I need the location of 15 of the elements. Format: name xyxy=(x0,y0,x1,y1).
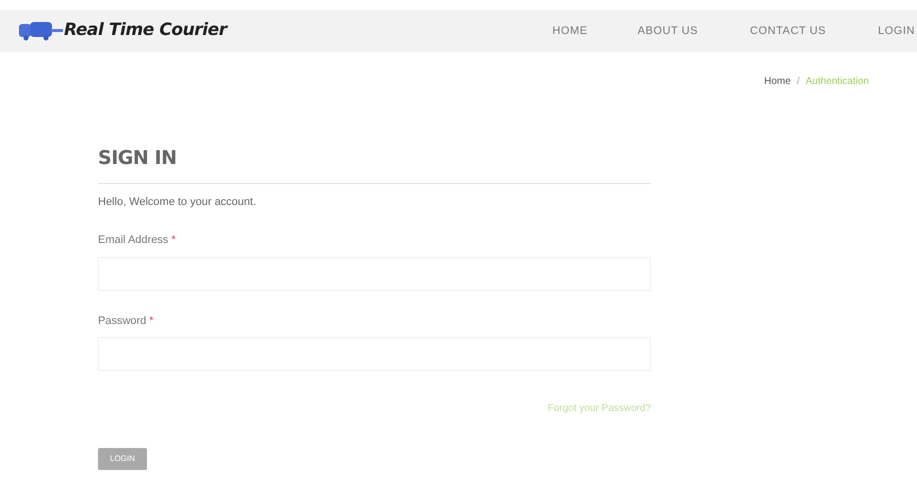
required-mark: * xyxy=(171,233,176,248)
breadcrumb-link[interactable]: Home xyxy=(764,74,791,89)
nav-link[interactable]: ABOUT US xyxy=(638,22,698,40)
breadcrumb-separator: / xyxy=(796,75,800,89)
login-button[interactable]: LOGIN xyxy=(98,448,147,470)
field-label: Password xyxy=(98,314,146,328)
nav-link[interactable]: LOGIN xyxy=(878,22,915,40)
truck-icon xyxy=(18,21,64,41)
nav-link[interactable]: CONTACT US xyxy=(750,22,826,40)
field-label: Email Address xyxy=(98,233,168,248)
nav-link[interactable]: HOME xyxy=(552,22,588,40)
page-title: SIGN IN xyxy=(98,146,178,171)
required-mark: * xyxy=(149,314,154,328)
welcome-text: Hello, Welcome to your account. xyxy=(98,194,258,210)
logo-text[interactable]: Real Time Courier xyxy=(64,18,227,44)
